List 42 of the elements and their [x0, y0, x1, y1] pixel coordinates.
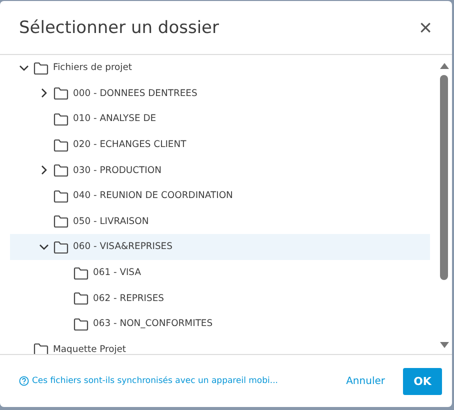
tree-item[interactable]: 061 - VISA — [10, 260, 430, 286]
folder-icon — [73, 316, 89, 331]
folder-icon — [73, 266, 89, 280]
folder-icon — [33, 342, 49, 354]
folder-name: 063 - NON_CONFORMITES — [93, 318, 213, 330]
tree-item[interactable]: 020 - ECHANGES CLIENT — [10, 132, 430, 158]
tree-item[interactable]: 050 - LIVRAISON — [10, 208, 430, 234]
scroll-down-icon[interactable] — [440, 342, 448, 348]
folder-icon — [53, 138, 69, 152]
folder-name: 061 - VISA — [93, 267, 141, 278]
folder-icon — [73, 291, 89, 306]
folder-name: 060 - VISA&REPRISES — [73, 241, 172, 252]
dialog-title: Sélectionner un dossier — [19, 18, 219, 38]
folder-name: 040 - REUNION DE COORDINATION — [73, 190, 233, 202]
tree-item[interactable]: 062 - REPRISES — [10, 285, 430, 311]
folder-icon — [53, 112, 69, 126]
folder-icon — [53, 188, 69, 203]
tree-item[interactable]: Fichiers de projet — [10, 55, 430, 81]
tree-item[interactable]: 010 - ANALYSE DE — [10, 106, 430, 132]
tree-item[interactable]: 063 - NON_CONFORMITES — [10, 310, 430, 337]
folder-name: 050 - LIVRAISON — [73, 216, 149, 227]
tree-item[interactable]: 030 - PRODUCTION — [10, 157, 430, 183]
folder-icon — [33, 60, 49, 75]
close-button[interactable]: × — [419, 14, 432, 40]
scroll-up-icon[interactable] — [440, 63, 448, 69]
folder-name: 020 - ECHANGES CLIENT — [73, 139, 186, 150]
tree-item[interactable]: 060 - VISA&REPRISES — [10, 234, 430, 260]
folder-name: Fichiers de projet — [53, 62, 132, 74]
folder-icon — [53, 163, 69, 178]
folder-name: 030 - PRODUCTION — [73, 164, 162, 176]
tree-item[interactable]: 000 - DONNEES DENTREES — [10, 80, 430, 106]
folder-name: 062 - REPRISES — [93, 292, 164, 304]
folder-name: 000 - DONNEES DENTREES — [73, 88, 198, 99]
folder-icon — [53, 86, 69, 100]
tree-item[interactable]: Maquette Projet — [10, 336, 430, 354]
tree-item[interactable]: 040 - REUNION DE COORDINATION — [10, 182, 430, 209]
scrollbar-thumb[interactable] — [440, 75, 448, 280]
folder-icon — [53, 240, 69, 254]
folder-name: 010 - ANALYSE DE — [73, 113, 156, 124]
folder-icon — [53, 214, 69, 228]
help-icon — [19, 376, 29, 386]
folder-name: Maquette Projet — [53, 344, 126, 354]
